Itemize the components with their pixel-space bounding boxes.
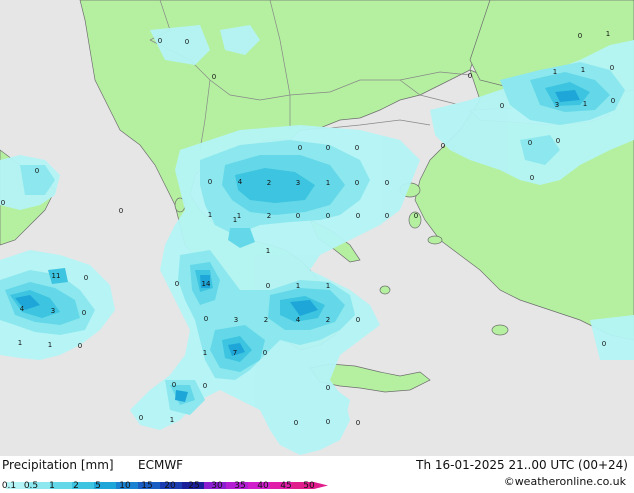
precip-value: 0 (602, 340, 606, 348)
precip-value: 1 (553, 68, 557, 76)
precip-value: 0 (468, 72, 472, 80)
precip-value: 4 (238, 178, 243, 186)
precip-value: 0 (356, 212, 360, 220)
precip-value: 1 (581, 66, 585, 74)
precip-value: 0 (1, 199, 5, 207)
valid-time: Th 16-01-2025 21..00 UTC (00+24) (416, 458, 628, 472)
precip-value: 0 (175, 280, 179, 288)
precip-value: 0 (294, 419, 298, 427)
precip-value: 11 (52, 272, 61, 280)
precip-value: 2 (326, 316, 330, 324)
precip-value: 3 (296, 179, 300, 187)
precip-value: 0 (35, 167, 39, 175)
precip-value: 1 (233, 216, 237, 224)
precip-value: 0 (556, 137, 560, 145)
precip-value: 1 (208, 211, 212, 219)
precip-value: 0 (266, 282, 270, 290)
precip-value: 3 (234, 316, 238, 324)
scale-arrow (314, 482, 328, 489)
model-name: ECMWF (138, 458, 184, 472)
precip-value: 0 (172, 381, 176, 389)
precip-value: 0 (82, 309, 86, 317)
precip-value: 0 (414, 212, 418, 220)
precip-value: 0 (119, 207, 123, 215)
precip-value: 1 (48, 341, 52, 349)
precip-value: 14 (202, 280, 211, 288)
precip-value: 1 (296, 282, 300, 290)
precip-value: 0 (203, 382, 207, 390)
precip-value: 0 (212, 73, 216, 81)
precip-value: 0 (356, 419, 360, 427)
land-naxos (379, 285, 391, 295)
precip-value: 2 (267, 212, 271, 220)
precip-value: 0 (84, 274, 88, 282)
precip-value: 7 (233, 349, 237, 357)
precip-value: 0 (78, 342, 82, 350)
land-rhodes (491, 324, 509, 336)
precip-value: 0 (208, 178, 212, 186)
precip-value: 0 (139, 414, 143, 422)
precip-value: 0 (611, 97, 615, 105)
map-title: Precipitation [mm] (2, 458, 114, 472)
precipitation-map: 0 0 0 0 1 0 1 1 0 0 3 1 0 0 0 0 0 0 0 0 … (0, 0, 634, 456)
precip-value: 1 (326, 282, 330, 290)
precip-value: 0 (204, 315, 208, 323)
precip-value: 0 (326, 418, 330, 426)
credit-link[interactable]: ©weatheronline.co.uk (504, 475, 626, 488)
precip-value: 1 (237, 212, 241, 220)
precip-value: 0 (326, 384, 330, 392)
precip-value: 0 (610, 64, 614, 72)
color-scale (6, 474, 328, 489)
precip-value: 1 (18, 339, 22, 347)
precip-value: 0 (355, 179, 359, 187)
precip-value: 0 (263, 349, 267, 357)
precip-value: 0 (578, 32, 582, 40)
precip-value: 0 (298, 144, 302, 152)
precip-value: 0 (158, 37, 162, 45)
precip-value: 1 (606, 30, 610, 38)
precip-value: 1 (266, 247, 270, 255)
precip-value: 1 (583, 100, 587, 108)
precip-value: 2 (264, 316, 268, 324)
precip-value: 0 (296, 212, 300, 220)
precip-value: 0 (385, 212, 389, 220)
precip-value: 1 (326, 179, 330, 187)
precip-value: 0 (356, 316, 360, 324)
precip-value: 2 (267, 179, 271, 187)
precip-value: 0 (528, 139, 532, 147)
precip-value: 0 (500, 102, 504, 110)
land-samos (427, 235, 443, 245)
precip-value: 4 (296, 316, 301, 324)
precip-value: 1 (203, 349, 207, 357)
precip-value: 0 (326, 144, 330, 152)
precip-value: 0 (530, 174, 534, 182)
precip-value: 0 (441, 142, 445, 150)
precip-value: 3 (555, 101, 559, 109)
precip-value: 0 (326, 212, 330, 220)
precip-value: 0 (385, 179, 389, 187)
precip-value: 0 (355, 144, 359, 152)
precip-value: 4 (20, 305, 25, 313)
precip-value: 1 (170, 416, 174, 424)
precip-value: 3 (51, 307, 55, 315)
precip-value: 0 (185, 38, 189, 46)
